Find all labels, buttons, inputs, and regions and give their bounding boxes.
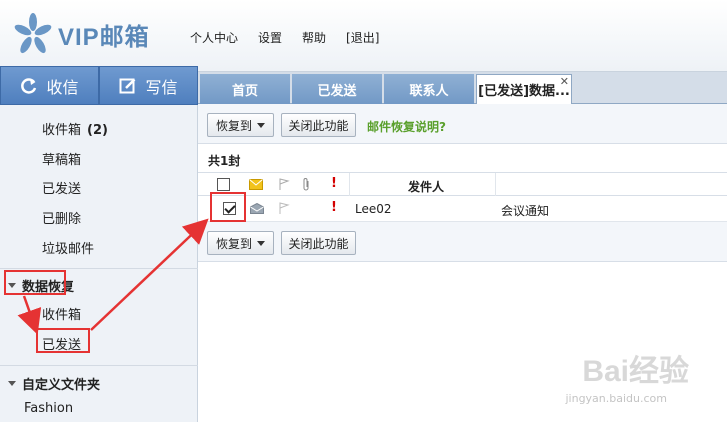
watermark-logo: Bai经验 <box>582 355 689 388</box>
dropdown-arrow-icon <box>257 240 265 246</box>
select-all-checkbox[interactable] <box>217 178 230 191</box>
sidebar-item-recovery-inbox[interactable]: 收件箱 <box>42 304 81 323</box>
custom-folder-header[interactable]: 自定义文件夹 <box>8 374 100 393</box>
tab-bar: 首页 已发送 联系人 [已发送]数据... ✕ <box>198 72 727 104</box>
logo-text: VIP邮箱 <box>58 23 150 51</box>
restore-to-label: 恢复到 <box>215 118 252 133</box>
compose-icon <box>119 78 136 93</box>
column-header-sender[interactable]: 发件人 <box>408 178 444 195</box>
close-feature-button-bottom[interactable]: 关闭此功能 <box>281 231 356 255</box>
priority-icon: ! <box>331 176 337 191</box>
flag-icon <box>279 178 290 190</box>
unread-count: (2) <box>87 123 108 138</box>
table-header: ! 发件人 <box>198 172 727 196</box>
nav-help[interactable]: 帮助 <box>302 29 326 46</box>
sidebar-item-drafts[interactable]: 草稿箱 <box>42 149 81 168</box>
watermark-url: jingyan.baidu.com <box>565 392 667 405</box>
column-divider <box>495 173 496 196</box>
top-nav: 个人中心 设置 帮助 [退出] <box>190 29 399 46</box>
message-count: 共1封 <box>208 154 241 168</box>
sidebar-item-label: 收件箱 <box>42 123 82 138</box>
sidebar: 收件箱 (2) 草稿箱 已发送 已删除 垃圾邮件 数据恢复 收件箱 已发送 自定义… <box>0 105 198 422</box>
logo-star-icon <box>14 13 52 54</box>
sidebar-item-sent[interactable]: 已发送 <box>42 178 81 197</box>
close-icon[interactable]: ✕ <box>560 75 569 88</box>
refresh-icon <box>21 77 37 94</box>
highlight-box-checkbox <box>210 192 246 222</box>
tab-recovery-sent[interactable]: [已发送]数据... ✕ <box>476 74 572 104</box>
tab-sent[interactable]: 已发送 <box>292 74 382 104</box>
dropdown-arrow-icon <box>257 122 265 128</box>
sidebar-item-fashion[interactable]: Fashion <box>24 401 73 416</box>
write-label: 写信 <box>145 77 178 97</box>
receive-label: 收信 <box>46 77 79 97</box>
sidebar-item-spam[interactable]: 垃圾邮件 <box>42 238 94 257</box>
custom-folder-label: 自定义文件夹 <box>22 378 101 393</box>
receive-button[interactable]: 收信 <box>0 66 99 105</box>
priority-icon: ! <box>331 200 337 215</box>
nav-logout[interactable]: [退出] <box>346 29 379 46</box>
restore-to-button-bottom[interactable]: 恢复到 <box>207 231 274 255</box>
restore-to-label: 恢复到 <box>215 236 252 251</box>
tab-contacts[interactable]: 联系人 <box>384 74 474 104</box>
nav-settings[interactable]: 设置 <box>258 29 282 46</box>
toolbar-top: 恢复到 关闭此功能 邮件恢复说明? <box>198 104 727 144</box>
caret-down-icon <box>8 381 16 386</box>
write-button[interactable]: 写信 <box>99 66 198 105</box>
flag-icon[interactable] <box>278 202 290 215</box>
row-subject: 会议通知 <box>501 204 550 218</box>
logo[interactable]: VIP邮箱 <box>14 12 150 56</box>
close-feature-button[interactable]: 关闭此功能 <box>281 113 356 137</box>
opened-mail-icon <box>250 203 264 214</box>
table-row[interactable]: ! Lee02 会议通知 <box>198 196 727 222</box>
column-divider <box>349 173 350 196</box>
compose-bar: 收信 写信 <box>0 66 198 105</box>
sidebar-item-inbox[interactable]: 收件箱 (2) <box>42 119 108 138</box>
divider <box>0 268 198 269</box>
highlight-box-recovery <box>4 270 66 295</box>
row-sender: Lee02 <box>355 202 392 216</box>
divider <box>0 365 198 366</box>
tab-home[interactable]: 首页 <box>200 74 290 104</box>
attachment-icon <box>303 178 309 191</box>
restore-to-button[interactable]: 恢复到 <box>207 113 274 137</box>
highlight-box-sent <box>36 328 90 353</box>
recovery-help-link[interactable]: 邮件恢复说明? <box>367 118 446 135</box>
toolbar-bottom: 恢复到 关闭此功能 <box>198 222 727 262</box>
envelope-icon <box>249 179 263 190</box>
sidebar-item-deleted[interactable]: 已删除 <box>42 208 81 227</box>
header: VIP邮箱 个人中心 设置 帮助 [退出] <box>0 0 727 72</box>
tab-label: [已发送]数据... <box>478 84 570 99</box>
nav-personal-center[interactable]: 个人中心 <box>190 29 238 46</box>
